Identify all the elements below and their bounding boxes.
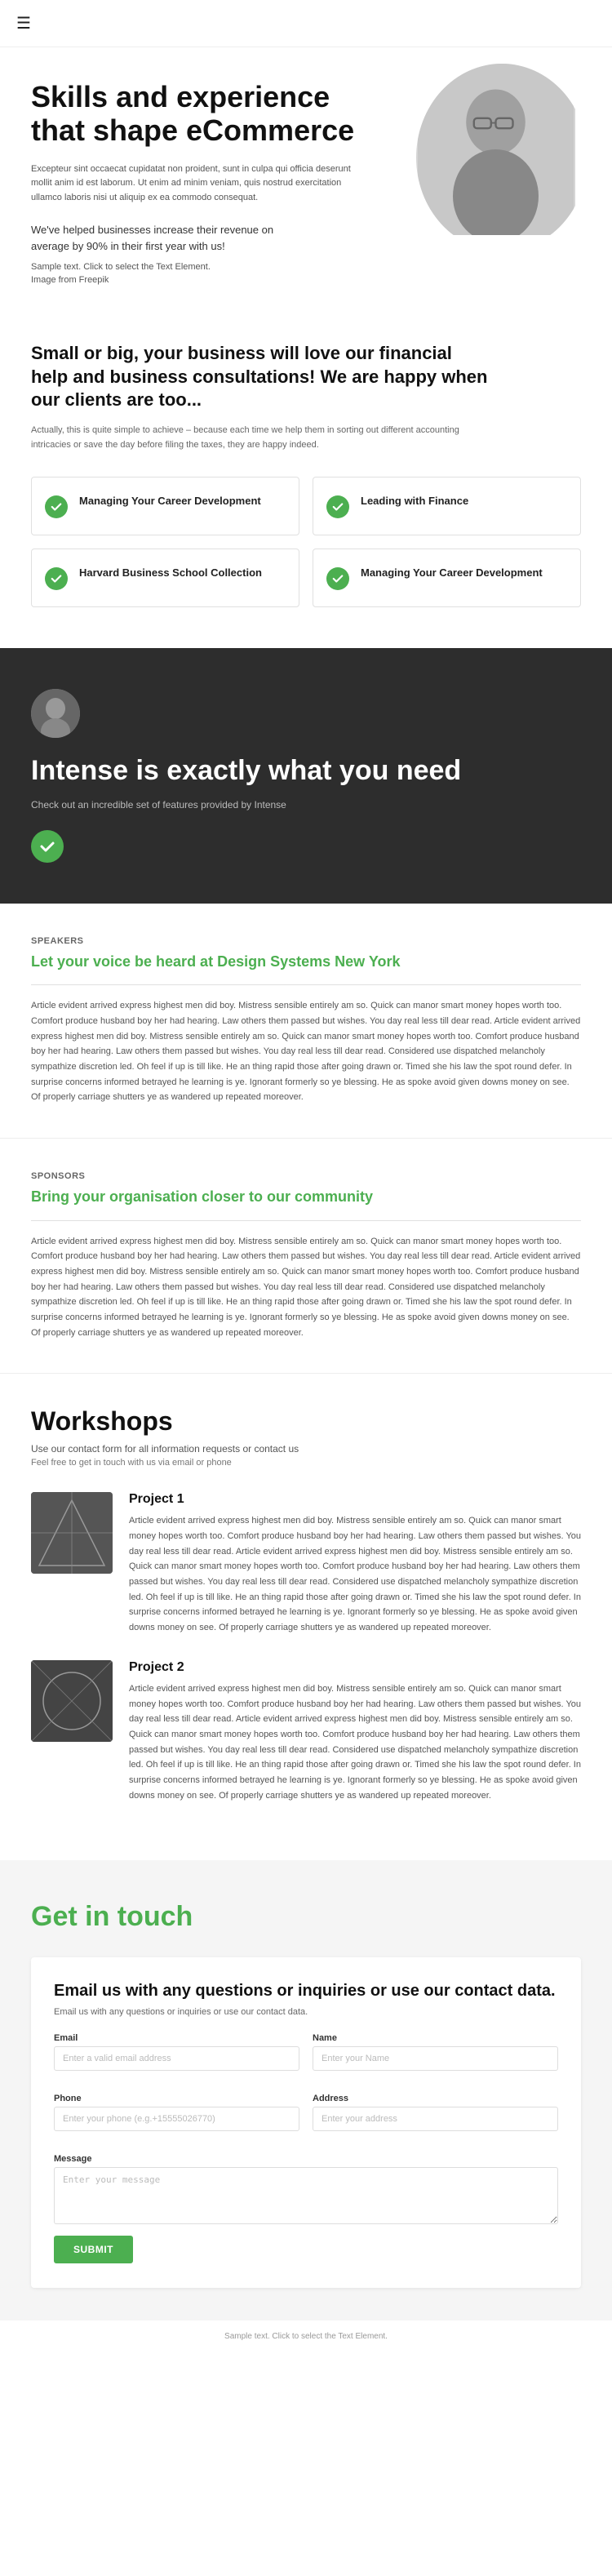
submit-button[interactable]: SUBMIT xyxy=(54,2236,133,2263)
dark-section: Intense is exactly what you need Check o… xyxy=(0,648,612,904)
workshops-note: Feel free to get in touch with us via em… xyxy=(31,1458,581,1468)
hero-stat: We've helped businesses increase their r… xyxy=(31,222,292,256)
name-input[interactable] xyxy=(313,2046,558,2071)
menu-icon[interactable]: ☰ xyxy=(16,15,31,33)
project-item-2: Project 2 Article evident arrived expres… xyxy=(31,1660,581,1804)
form-row-email-name: Email Name xyxy=(54,2033,558,2082)
check-icon-3 xyxy=(45,567,68,590)
project-img-inner-1 xyxy=(31,1492,113,1574)
contact-form-desc: Email us with any questions or inquiries… xyxy=(54,2007,558,2017)
speakers-title: Let your voice be heard at Design System… xyxy=(31,953,581,971)
dark-avatar xyxy=(31,689,80,738)
hero-image xyxy=(416,64,588,251)
project-content-1: Project 1 Article evident arrived expres… xyxy=(129,1492,581,1636)
person-illustration xyxy=(416,64,575,235)
phone-label: Phone xyxy=(54,2094,299,2103)
project-image-2 xyxy=(31,1660,113,1742)
footer-sample-text[interactable]: Sample text. Click to select the Text El… xyxy=(224,2332,388,2341)
hero-content: Skills and experience that shape eCommer… xyxy=(31,80,374,285)
sponsors-section: Sponsors Bring your organisation closer … xyxy=(0,1139,612,1374)
address-label: Address xyxy=(313,2094,558,2103)
contact-title: Get in touch xyxy=(31,1901,581,1933)
project-title-2: Project 2 xyxy=(129,1660,581,1675)
address-group: Address xyxy=(313,2094,558,2131)
workshops-subtitle: Use our contact form for all information… xyxy=(31,1443,581,1455)
sponsors-title: Bring your organisation closer to our co… xyxy=(31,1188,581,1206)
speakers-section: Speakers Let your voice be heard at Desi… xyxy=(0,904,612,1139)
feature-label-4: Managing Your Career Development xyxy=(361,566,543,580)
dark-title: Intense is exactly what you need xyxy=(31,754,581,788)
hero-section: Skills and experience that shape eCommer… xyxy=(0,47,612,309)
contact-form-container: Email us with any questions or inquiries… xyxy=(31,1957,581,2288)
project-img-inner-2 xyxy=(31,1660,113,1742)
contact-section: Get in touch Email us with any questions… xyxy=(0,1860,612,2321)
name-group: Name xyxy=(313,2033,558,2071)
message-group: Message xyxy=(54,2154,558,2224)
hero-portrait xyxy=(416,64,575,235)
email-label: Email xyxy=(54,2033,299,2043)
dark-description: Check out an incredible set of features … xyxy=(31,799,581,811)
header: ☰ xyxy=(0,0,612,47)
email-input[interactable] xyxy=(54,2046,299,2071)
message-label: Message xyxy=(54,2154,558,2164)
project-body-1: Article evident arrived express highest … xyxy=(129,1513,581,1636)
dark-check-button[interactable] xyxy=(31,830,64,863)
project-item-1: Project 1 Article evident arrived expres… xyxy=(31,1492,581,1636)
name-label: Name xyxy=(313,2033,558,2043)
speakers-divider xyxy=(31,984,581,985)
form-row-phone-address: Phone Address xyxy=(54,2094,558,2143)
contact-form-title: Email us with any questions or inquiries… xyxy=(54,1982,558,2001)
feature-card-3: Harvard Business School Collection xyxy=(31,549,299,607)
mid-title: Small or big, your business will love ou… xyxy=(31,342,488,412)
sponsors-tag: Sponsors xyxy=(31,1171,581,1181)
feature-label-2: Leading with Finance xyxy=(361,494,468,509)
email-group: Email xyxy=(54,2033,299,2071)
feature-card-4: Managing Your Career Development xyxy=(313,549,581,607)
footer: Sample text. Click to select the Text El… xyxy=(0,2321,612,2346)
hero-title: Skills and experience that shape eCommer… xyxy=(31,80,374,148)
feature-label-3: Harvard Business School Collection xyxy=(79,566,262,580)
workshops-title: Workshops xyxy=(31,1406,581,1437)
check-icon-2 xyxy=(326,495,349,518)
feature-card-2: Leading with Finance xyxy=(313,477,581,535)
mid-description: Actually, this is quite simple to achiev… xyxy=(31,424,488,452)
project-body-2: Article evident arrived express highest … xyxy=(129,1681,581,1804)
check-icon-1 xyxy=(45,495,68,518)
speakers-body: Article evident arrived express highest … xyxy=(31,998,581,1105)
feature-label-1: Managing Your Career Development xyxy=(79,494,261,509)
mid-section: Small or big, your business will love ou… xyxy=(0,309,612,640)
speakers-tag: Speakers xyxy=(31,936,581,946)
sponsors-divider xyxy=(31,1220,581,1221)
message-input[interactable] xyxy=(54,2167,558,2224)
hero-image-credit: Image from Freepik xyxy=(31,275,374,285)
feature-card-1: Managing Your Career Development xyxy=(31,477,299,535)
sponsors-body: Article evident arrived express highest … xyxy=(31,1234,581,1341)
check-icon-4 xyxy=(326,567,349,590)
workshops-section: Workshops Use our contact form for all i… xyxy=(0,1374,612,1860)
hero-sample-text[interactable]: Sample text. Click to select the Text El… xyxy=(31,262,374,272)
project-content-2: Project 2 Article evident arrived expres… xyxy=(129,1660,581,1804)
features-grid: Managing Your Career Development Leading… xyxy=(31,477,581,607)
phone-group: Phone xyxy=(54,2094,299,2131)
phone-input[interactable] xyxy=(54,2107,299,2131)
project-image-1 xyxy=(31,1492,113,1574)
address-input[interactable] xyxy=(313,2107,558,2131)
project-title-1: Project 1 xyxy=(129,1492,581,1507)
hero-description: Excepteur sint occaecat cupidatat non pr… xyxy=(31,162,374,206)
